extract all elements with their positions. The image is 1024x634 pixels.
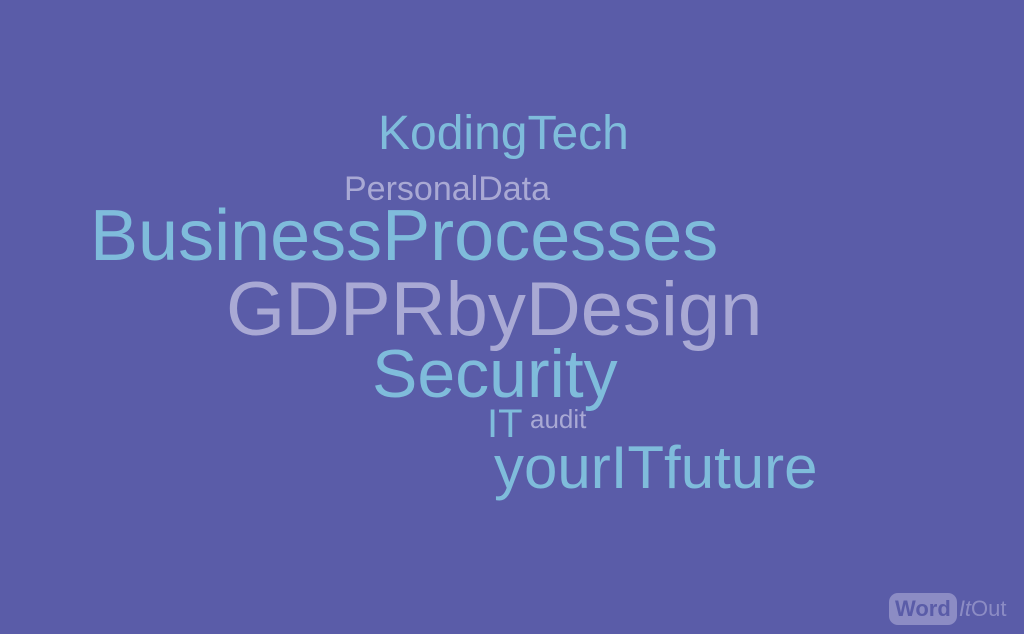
word-kodingtech: KodingTech: [378, 107, 629, 160]
word-businessprocesses: BusinessProcesses: [90, 196, 719, 276]
worditout-logo[interactable]: Word It Out: [889, 590, 1007, 628]
word-youritfuture: yourITfuture: [494, 434, 818, 501]
word-security: Security: [372, 336, 618, 412]
logo-it-label: It: [958, 596, 972, 621]
logo-out-label: Out: [971, 596, 1007, 621]
logo-word-label: Word: [889, 593, 957, 625]
word-cloud-canvas: KodingTech PersonalData BusinessProcesse…: [0, 0, 1024, 634]
word-audit: audit: [530, 404, 587, 434]
